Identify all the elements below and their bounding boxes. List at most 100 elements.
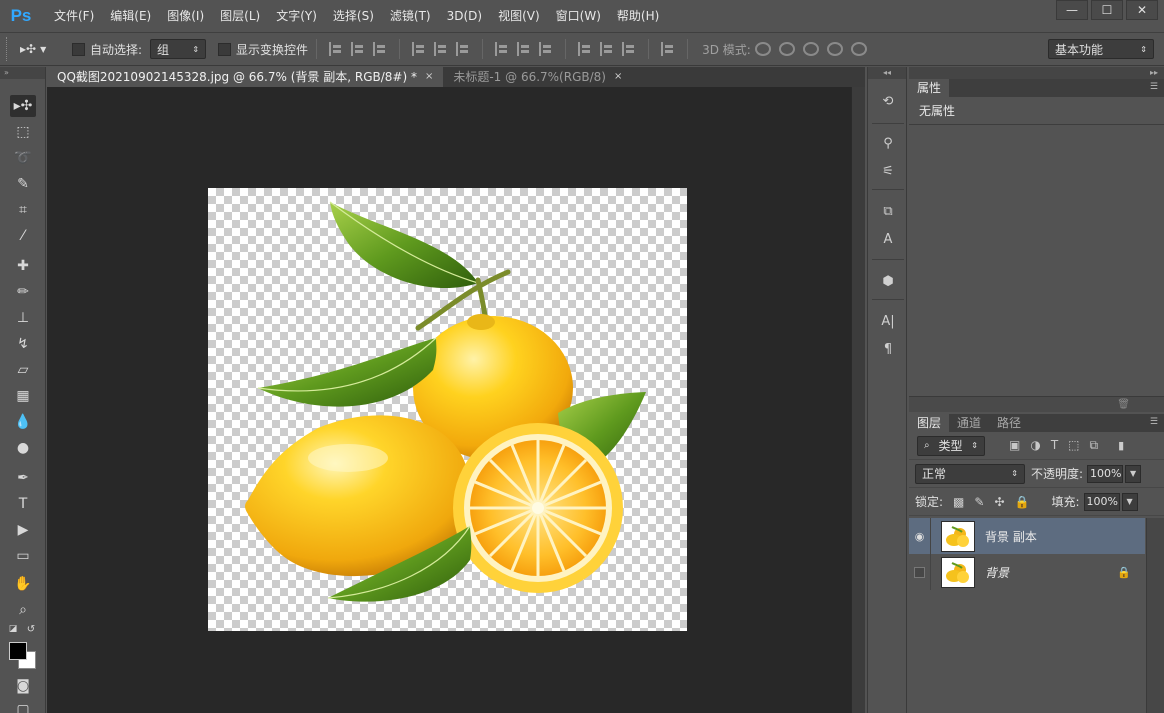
align-bottom-icon[interactable] [373, 42, 387, 56]
paragraph-panel-icon[interactable]: ¶ [878, 339, 898, 359]
history-brush-tool-icon[interactable]: ↯ [10, 333, 36, 355]
panel-menu-icon[interactable]: ☰ [1150, 82, 1158, 92]
blend-mode-dropdown[interactable]: 正常 ⇕ [915, 463, 1025, 484]
hand-tool-icon[interactable]: ✋ [10, 573, 36, 595]
smart-object-filter-icon[interactable]: ⧉ [1090, 438, 1099, 453]
align-vcenter-icon[interactable] [351, 42, 365, 56]
3d-panel-icon[interactable]: ⬢ [878, 271, 898, 291]
menu-layer[interactable]: 图层(L) [212, 0, 268, 32]
clone-source-icon[interactable]: ⧉ [878, 201, 898, 221]
default-colors-icon[interactable]: ◪ [6, 623, 20, 635]
filter-toggle-icon[interactable]: ▮ [1118, 439, 1124, 452]
align-top-icon[interactable] [329, 42, 343, 56]
workspace-dropdown[interactable]: 基本功能 ⇕ [1048, 39, 1154, 59]
lock-all-icon[interactable]: 🔒 [1015, 495, 1030, 509]
swap-colors-icon[interactable]: ↺ [24, 623, 38, 635]
collapse-arrows-icon[interactable]: ◂◂ [868, 67, 906, 79]
tool-preset-picker[interactable]: ▸✣ ▼ [20, 37, 60, 61]
align-left-icon[interactable] [412, 42, 426, 56]
stamp-tool-icon[interactable]: ⊥ [10, 307, 36, 329]
visibility-toggle[interactable] [909, 554, 931, 590]
screen-mode-icon[interactable]: ▢ [10, 699, 36, 713]
layer-row-background[interactable]: 背景 🔒 [909, 554, 1145, 590]
rotate-3d-icon[interactable] [754, 42, 771, 56]
history-panel-icon[interactable]: ⟲ [878, 91, 898, 111]
menu-edit[interactable]: 编辑(E) [102, 0, 159, 32]
crop-tool-icon[interactable]: ⌗ [10, 199, 36, 221]
distribute-left-icon[interactable] [578, 42, 592, 56]
layer-filter-dropdown[interactable]: ⌕ 类型 ⇕ [917, 435, 985, 456]
menu-file[interactable]: 文件(F) [46, 0, 102, 32]
distribute-top-icon[interactable] [495, 42, 509, 56]
brush-tool-icon[interactable]: ✏ [10, 281, 36, 303]
shape-filter-icon[interactable]: ⬚ [1068, 438, 1079, 453]
menu-view[interactable]: 视图(V) [490, 0, 548, 32]
healing-brush-tool-icon[interactable]: ✚ [10, 255, 36, 277]
collapse-arrows-icon[interactable]: ▸▸ [909, 67, 1164, 79]
menu-select[interactable]: 选择(S) [325, 0, 382, 32]
tab-channels[interactable]: 通道 [949, 414, 989, 432]
eye-icon[interactable]: ◉ [909, 518, 931, 554]
quick-select-tool-icon[interactable]: ✎ [10, 173, 36, 195]
brush-presets-icon[interactable]: ⚟ [878, 161, 898, 181]
maximize-button[interactable]: ☐ [1091, 0, 1123, 20]
dodge-tool-icon[interactable]: ● [10, 437, 36, 459]
adjustment-filter-icon[interactable]: ◑ [1030, 438, 1040, 453]
auto-align-icon[interactable] [661, 42, 675, 56]
distribute-right-icon[interactable] [622, 42, 636, 56]
tab-layers[interactable]: 图层 [909, 414, 950, 432]
tool-presets-icon[interactable]: A [878, 229, 898, 249]
document-canvas[interactable] [208, 188, 687, 631]
align-hcenter-icon[interactable] [434, 42, 448, 56]
pen-tool-icon[interactable]: ✒ [10, 467, 36, 489]
layer-name[interactable]: 背景 副本 [985, 528, 1037, 545]
blur-tool-icon[interactable]: 💧 [10, 411, 36, 433]
minimize-button[interactable]: — [1056, 0, 1088, 20]
menu-window[interactable]: 窗口(W) [548, 0, 609, 32]
quick-mask-icon[interactable]: ◙ [10, 675, 36, 697]
options-grip[interactable] [6, 37, 10, 61]
rectangle-tool-icon[interactable]: ▭ [10, 545, 36, 567]
pixel-filter-icon[interactable]: ▣ [1009, 438, 1020, 453]
tab-lemon-document[interactable]: QQ截图20210902145328.jpg @ 66.7% (背景 副本, R… [47, 67, 444, 87]
align-right-icon[interactable] [456, 42, 470, 56]
menu-type[interactable]: 文字(Y) [268, 0, 325, 32]
chevron-down-icon[interactable]: ▼ [1125, 464, 1142, 483]
tab-untitled-document[interactable]: 未标题-1 @ 66.7%(RGB/8) × [443, 67, 632, 87]
auto-select-checkbox[interactable] [72, 42, 85, 56]
foreground-color-swatch[interactable] [9, 642, 27, 660]
auto-select-dropdown[interactable]: 组 ⇕ [150, 39, 207, 59]
distribute-bottom-icon[interactable] [539, 42, 553, 56]
trash-icon[interactable]: 🗑 [1117, 399, 1130, 410]
eyedropper-tool-icon[interactable]: ⁄ [10, 225, 36, 247]
eraser-tool-icon[interactable]: ▱ [10, 359, 36, 381]
character-panel-icon[interactable]: A| [878, 311, 898, 331]
path-select-tool-icon[interactable]: ▶ [10, 519, 36, 541]
collapse-arrows-icon[interactable]: » [0, 67, 45, 79]
drag-3d-icon[interactable] [802, 42, 819, 56]
menu-image[interactable]: 图像(I) [159, 0, 212, 32]
lasso-tool-icon[interactable]: ➰ [10, 147, 36, 169]
tab-properties[interactable]: 属性 [909, 79, 950, 97]
chevron-down-icon[interactable]: ▼ [1121, 492, 1138, 511]
menu-3d[interactable]: 3D(D) [439, 0, 490, 32]
gradient-tool-icon[interactable]: ▦ [10, 385, 36, 407]
distribute-vcenter-icon[interactable] [517, 42, 531, 56]
move-tool-icon[interactable]: ▸✣ [10, 95, 36, 117]
close-tab-icon[interactable]: × [614, 67, 622, 87]
type-filter-icon[interactable]: T [1051, 438, 1058, 453]
layers-scrollbar[interactable] [1146, 518, 1164, 713]
close-tab-icon[interactable]: × [425, 67, 433, 87]
menu-help[interactable]: 帮助(H) [609, 0, 667, 32]
tab-paths[interactable]: 路径 [989, 414, 1029, 432]
brush-panel-icon[interactable]: ⚲ [878, 133, 898, 153]
marquee-tool-icon[interactable]: ⬚ [10, 121, 36, 143]
layer-row-background-copy[interactable]: ◉ 背景 副本 [909, 518, 1145, 554]
show-transform-checkbox[interactable] [218, 42, 232, 56]
zoom-tool-icon[interactable]: ⌕ [10, 599, 36, 621]
close-button[interactable]: ✕ [1126, 0, 1158, 20]
menu-filter[interactable]: 滤镜(T) [382, 0, 439, 32]
slide-3d-icon[interactable] [826, 42, 843, 56]
distribute-hcenter-icon[interactable] [600, 42, 614, 56]
scale-3d-icon[interactable] [850, 42, 867, 56]
